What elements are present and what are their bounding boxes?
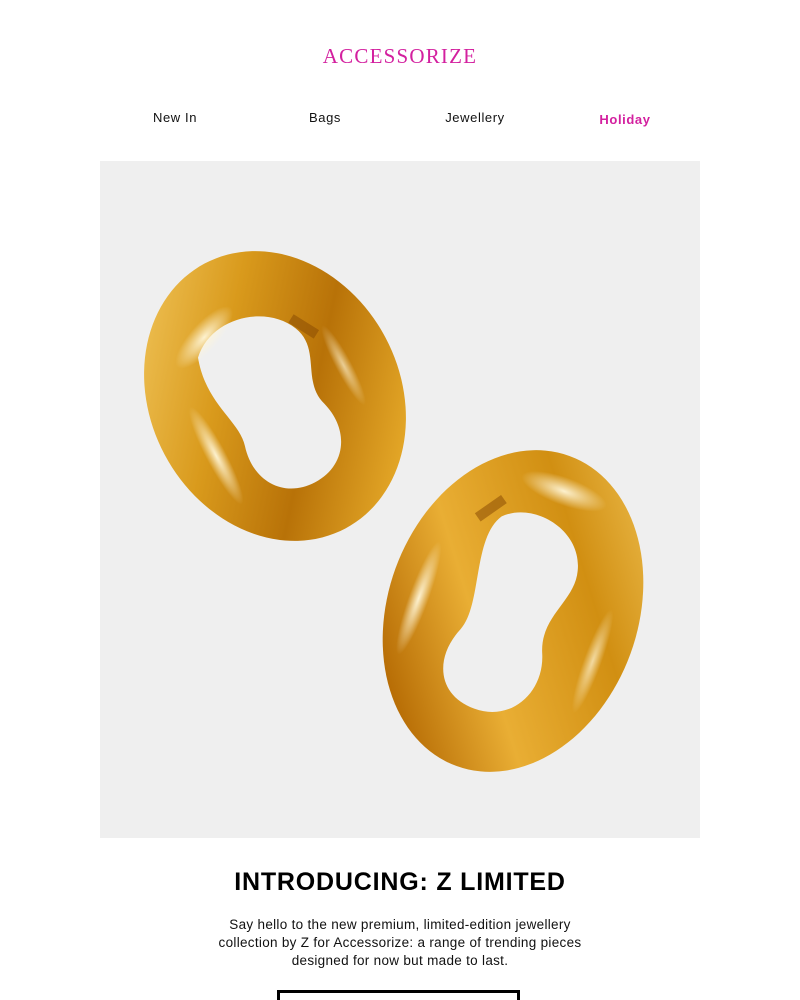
- nav-item-holiday[interactable]: Holiday: [550, 108, 700, 130]
- body-copy: Say hello to the new premium, limited-ed…: [218, 917, 582, 968]
- cta-button[interactable]: [277, 990, 520, 1000]
- nav-item-bags[interactable]: Bags: [250, 108, 400, 130]
- earring-left: [144, 251, 406, 541]
- email-page: ACCESSORIZE New In Bags Jewellery Holida…: [0, 0, 800, 1000]
- headline: INTRODUCING: Z LIMITED: [234, 868, 566, 896]
- nav-item-new-in[interactable]: New In: [100, 108, 250, 130]
- hero-image[interactable]: [100, 161, 700, 838]
- brand-logo[interactable]: ACCESSORIZE: [0, 44, 800, 68]
- main-nav: New In Bags Jewellery Holiday: [100, 108, 700, 130]
- gold-earrings-image: [144, 251, 644, 772]
- nav-item-jewellery[interactable]: Jewellery: [400, 108, 550, 130]
